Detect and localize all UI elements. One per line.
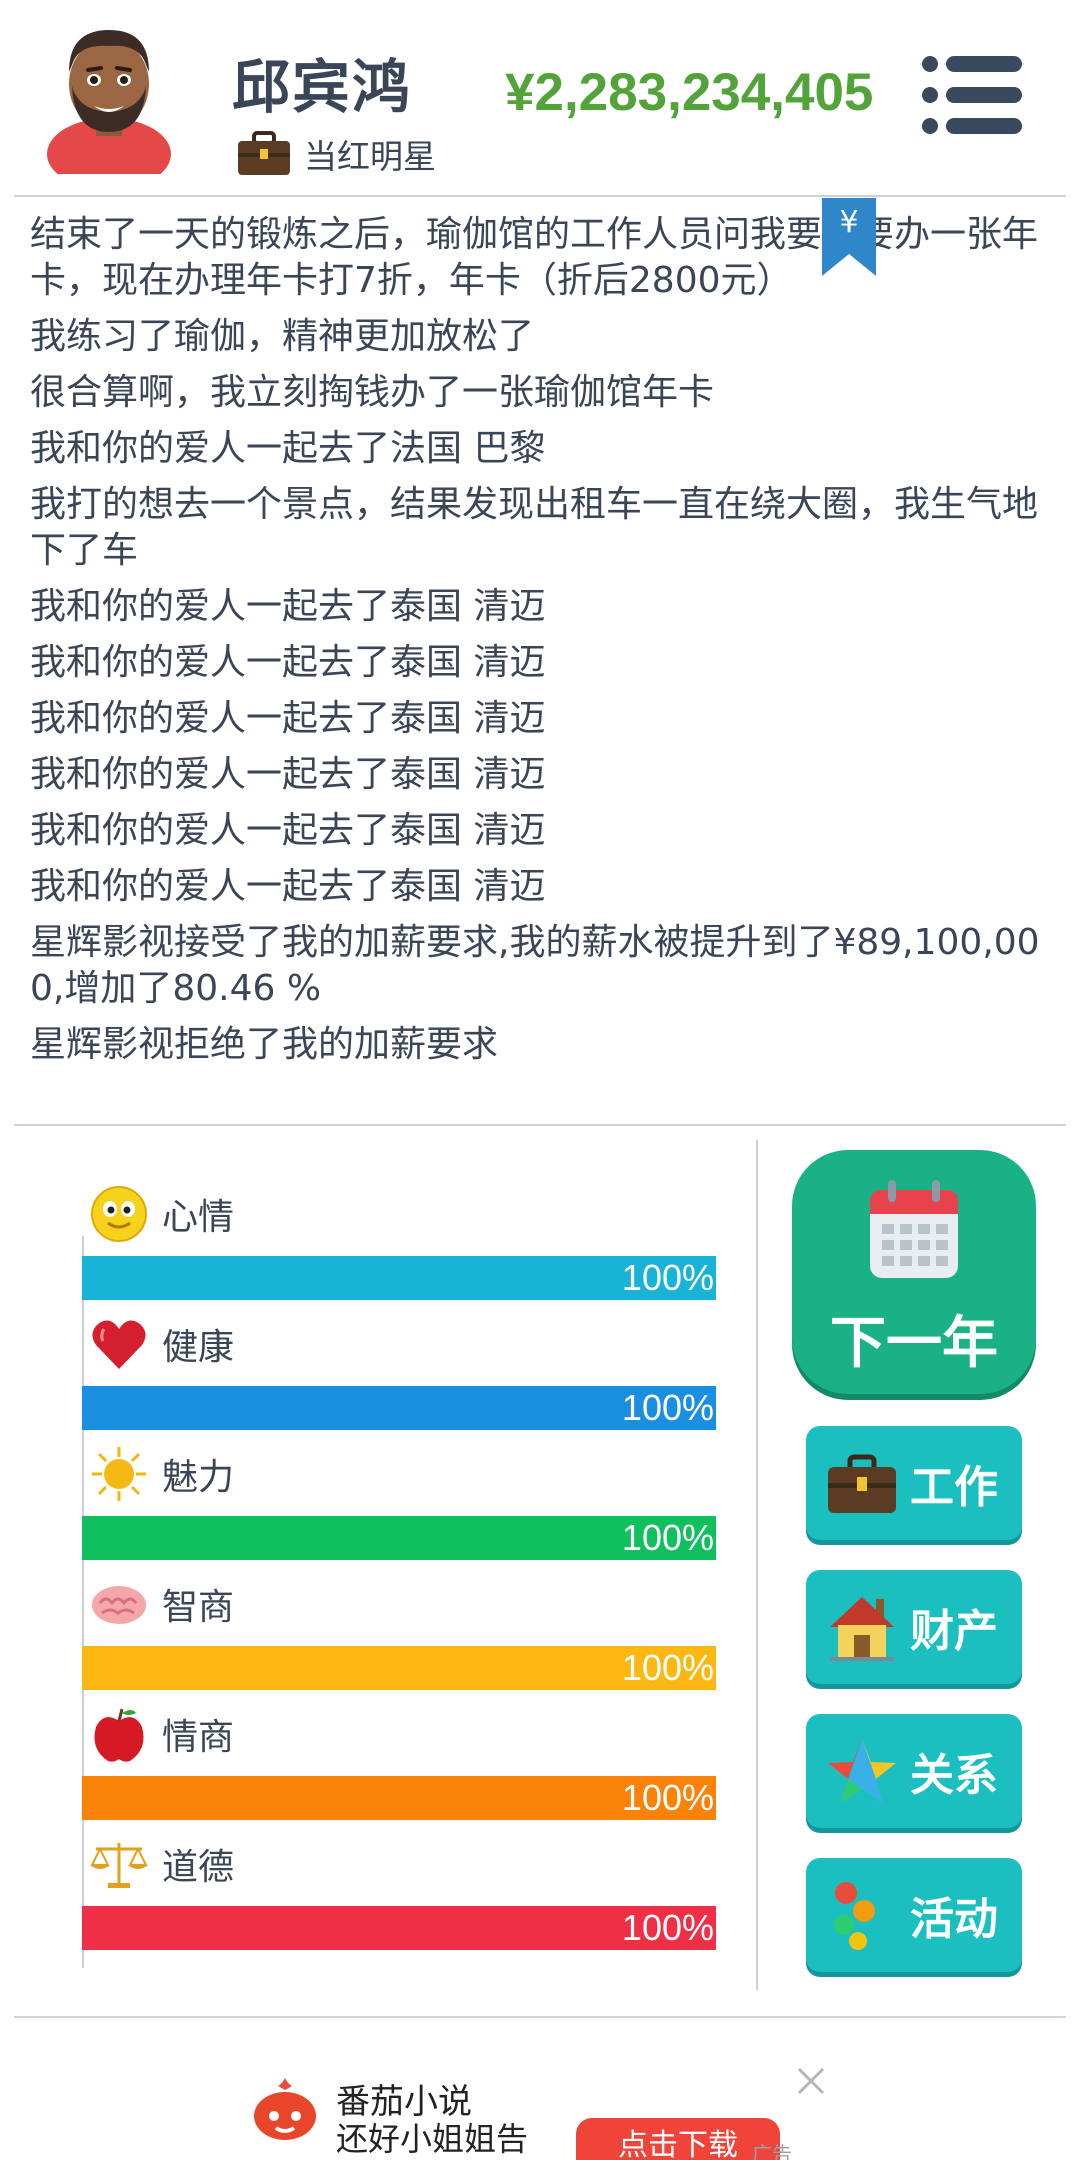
log-line: 星辉影视接受了我的加薪要求,我的薪水被提升到了¥89,100,000,增加了80… [30, 922, 1040, 1009]
sun-icon [92, 1447, 146, 1501]
player-name: 邱宾鸿 [232, 53, 413, 121]
scales-icon [90, 1843, 148, 1888]
briefcase-icon [238, 131, 290, 175]
log-line: 我和你的爱人一起去了泰国 清迈 [30, 866, 546, 907]
log-line: 我和你的爱人一起去了泰国 清迈 [30, 586, 546, 627]
assets-label: 财产 [910, 1606, 998, 1657]
dots-icon [834, 1882, 875, 1950]
stat-row: 道德 100% [82, 1834, 718, 1964]
relations-button[interactable]: 关系 [806, 1714, 1022, 1828]
svg-text:¥: ¥ [839, 205, 858, 240]
stat-bar-fill: 100% [82, 1776, 716, 1820]
log-line: 我和你的爱人一起去了泰国 清迈 [30, 754, 546, 795]
menu-button[interactable] [920, 54, 1024, 136]
stat-bar: 100% [82, 1386, 716, 1430]
ad-subtitle: 还好小姐姐告 [336, 2120, 529, 2158]
calendar-icon [870, 1180, 958, 1278]
stat-row: 心情 100% [82, 1184, 718, 1314]
work-label: 工作 [910, 1462, 998, 1513]
mid-divider [14, 1124, 1066, 1126]
stat-header: 魅力 [90, 1444, 234, 1504]
stat-percent: 100% [621, 1907, 714, 1948]
stat-header: 智商 [90, 1574, 234, 1634]
ad-banner[interactable]: 番茄小说 还好小姐姐告 点击下载 广告 [0, 2050, 1080, 2160]
smiley-icon [91, 1186, 147, 1242]
tomato-logo-icon [254, 2078, 316, 2140]
stat-bar: 100% [82, 1776, 716, 1820]
stat-percent: 100% [621, 1387, 714, 1428]
log-line: 我和你的爱人一起去了泰国 清迈 [30, 642, 546, 683]
event-log[interactable]: 结束了一天的锻炼之后，瑜伽馆的工作人员问我要不要办一张年卡，现在办理年卡打7折，… [30, 212, 1050, 1078]
stat-header: 情商 [90, 1704, 234, 1764]
stat-label: 魅力 [162, 1457, 235, 1498]
stat-row: 情商 100% [82, 1704, 718, 1834]
house-icon [830, 1597, 894, 1661]
heart-icon [92, 1320, 146, 1369]
briefcase-icon [828, 1454, 896, 1513]
stat-label: 道德 [162, 1847, 235, 1888]
stat-header: 心情 [90, 1184, 234, 1244]
stat-percent: 100% [621, 1777, 714, 1818]
vertical-divider [756, 1140, 758, 1990]
log-line: 我和你的爱人一起去了泰国 清迈 [30, 698, 546, 739]
stat-header: 道德 [90, 1834, 234, 1894]
stat-bar-fill: 100% [82, 1516, 716, 1560]
stat-header: 健康 [90, 1314, 234, 1374]
log-line: 我打的想去一个景点，结果发现出租车一直在绕大圈，我生气地下了车 [30, 484, 1039, 571]
next-year-label: 下一年 [830, 1311, 998, 1376]
stat-bar: 100% [82, 1256, 716, 1300]
log-line: 结束了一天的锻炼之后，瑜伽馆的工作人员问我要不要办一张年卡，现在办理年卡打7折，… [30, 214, 1039, 301]
avatar[interactable] [44, 14, 174, 174]
stat-percent: 100% [621, 1647, 714, 1688]
work-button[interactable]: 工作 [806, 1426, 1022, 1540]
log-line: 我和你的爱人一起去了泰国 清迈 [30, 810, 546, 851]
relations-label: 关系 [910, 1750, 998, 1801]
stat-bar-fill: 100% [82, 1386, 716, 1430]
stat-bar: 100% [82, 1646, 716, 1690]
bookmark-icon[interactable]: ¥ [822, 198, 876, 276]
stat-label: 健康 [162, 1327, 235, 1368]
star-icon [828, 1739, 896, 1803]
ad-tag: 广告 [752, 2142, 792, 2160]
stat-percent: 100% [621, 1257, 714, 1298]
next-year-button[interactable]: 下一年 [792, 1150, 1036, 1394]
log-line: 很合算啊，我立刻掏钱办了一张瑜伽馆年卡 [30, 372, 715, 413]
activities-label: 活动 [910, 1894, 998, 1945]
stat-row: 健康 100% [82, 1314, 718, 1444]
stat-bar-fill: 100% [82, 1256, 716, 1300]
log-line: 星辉影视拒绝了我的加薪要求 [30, 1024, 499, 1065]
bottom-divider [14, 2016, 1066, 2018]
log-line: 我和你的爱人一起去了法国 巴黎 [30, 428, 546, 469]
stat-label: 心情 [162, 1197, 235, 1238]
job-title: 当红明星 [304, 137, 436, 176]
stat-percent: 100% [621, 1517, 714, 1558]
assets-button[interactable]: 财产 [806, 1570, 1022, 1684]
job-row: 当红明星 [236, 130, 436, 178]
brain-icon [92, 1586, 146, 1624]
header: 邱宾鸿 当红明星 ¥2,283,234,405 [0, 0, 1080, 196]
stat-label: 情商 [162, 1717, 235, 1758]
stat-row: 智商 100% [82, 1574, 718, 1704]
stat-bar: 100% [82, 1906, 716, 1950]
ad-download-button[interactable]: 点击下载 [576, 2118, 780, 2160]
money-balance: ¥2,283,234,405 [505, 63, 874, 122]
stat-label: 智商 [162, 1587, 235, 1628]
log-line: 我练习了瑜伽，精神更加放松了 [30, 316, 535, 357]
activities-button[interactable]: 活动 [806, 1858, 1022, 1972]
stat-bar: 100% [82, 1516, 716, 1560]
apple-icon [94, 1708, 144, 1762]
stat-bar-fill: 100% [82, 1906, 716, 1950]
stat-bar-fill: 100% [82, 1646, 716, 1690]
stat-row: 魅力 100% [82, 1444, 718, 1574]
header-divider [14, 195, 1066, 197]
close-icon[interactable] [796, 2066, 826, 2096]
